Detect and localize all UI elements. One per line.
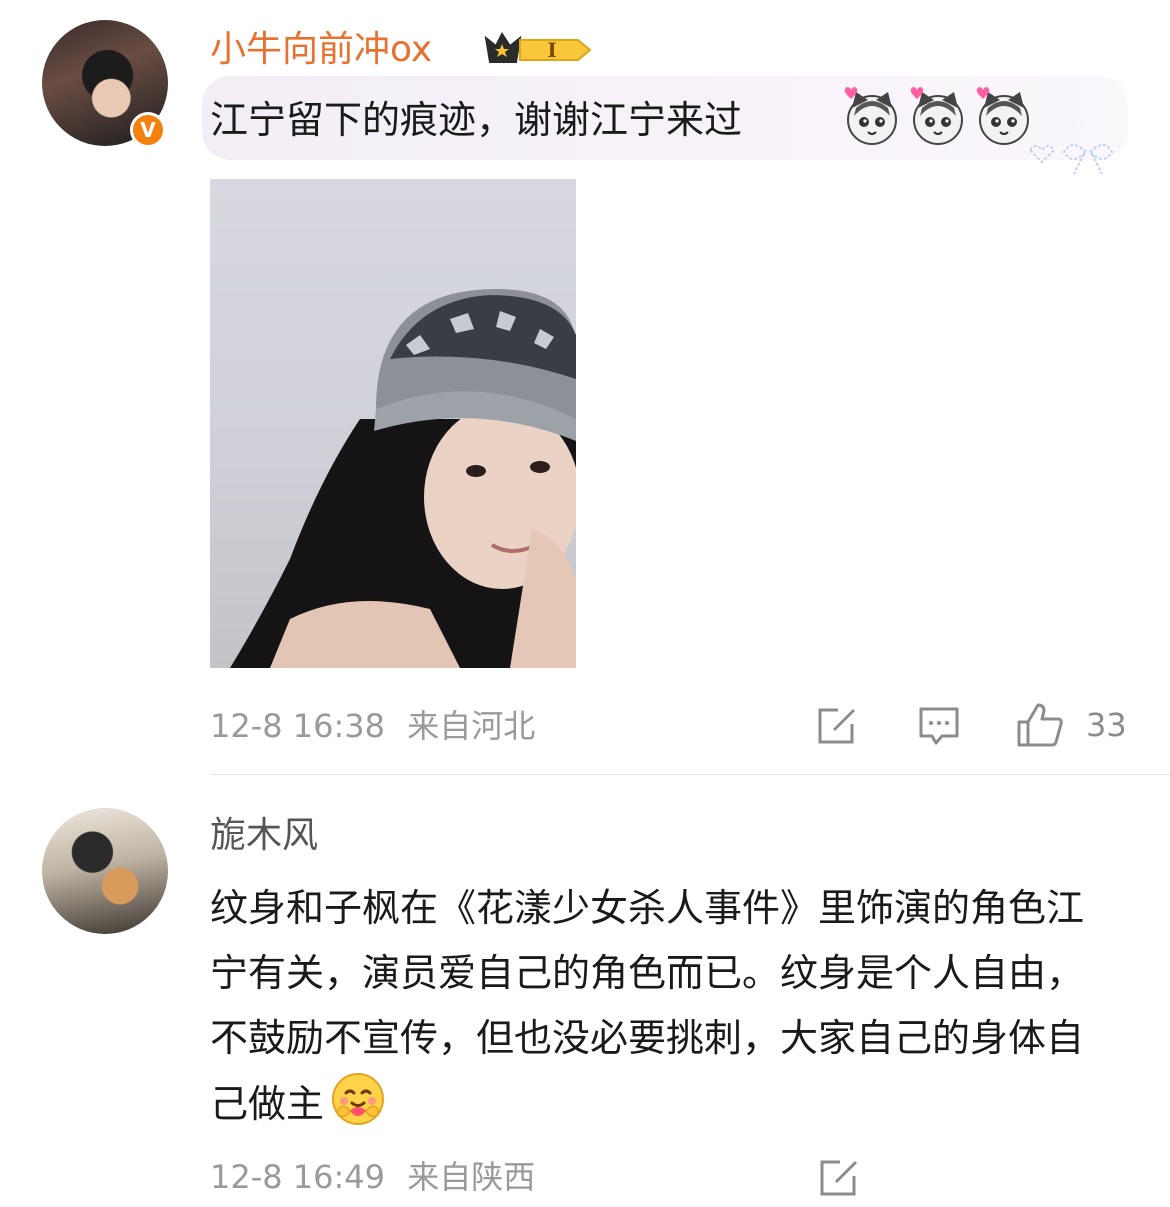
- avatar[interactable]: [42, 808, 168, 934]
- comment-text: 江宁留下的痕迹，谢谢江宁来过: [210, 98, 743, 142]
- heart-cat-emoji: [910, 87, 963, 145]
- repost-button[interactable]: [818, 1158, 860, 1198]
- location: 来自河北: [407, 707, 536, 745]
- like-button[interactable]: 33: [1016, 702, 1127, 748]
- badge-level: I: [547, 38, 556, 62]
- crown-level-badge-icon: I: [484, 32, 592, 63]
- comment-image[interactable]: [210, 179, 576, 668]
- repost-button[interactable]: [816, 706, 858, 746]
- photo-girl-beanie: [230, 289, 576, 668]
- verified-badge-icon: V: [130, 112, 166, 148]
- comment-meta: 12-8 16:38 来自河北: [210, 704, 535, 748]
- comment-text: 纹身和子枫在《花漾少女杀人事件》里饰演的角色江宁有关，演员爱自己的角色而已。纹身…: [210, 876, 1110, 1137]
- comment-button[interactable]: [918, 706, 960, 746]
- timestamp: 12-8 16:49: [210, 1158, 386, 1196]
- repost-icon: [818, 708, 856, 744]
- heart-cat-emoji: [976, 87, 1029, 145]
- comment-icon: [919, 707, 959, 745]
- comment-item: V 小牛向前冲ox I 江宁留下的痕迹，谢谢江宁来过 12-8 16:38 来自…: [0, 0, 1170, 775]
- username[interactable]: 小牛向前冲ox: [210, 26, 432, 74]
- obscured-actions: [905, 1150, 1145, 1207]
- bow-decoration-icon: [1028, 144, 1114, 175]
- like-count: 33: [1086, 706, 1127, 744]
- comment-meta: 12-8 16:49 来自陕西: [210, 1155, 535, 1199]
- heart-cat-emoji: [844, 87, 897, 145]
- repost-icon: [820, 1160, 858, 1196]
- thumbs-up-icon: [1017, 703, 1063, 747]
- location: 来自陕西: [407, 1158, 536, 1196]
- hugging-face-emoji: [332, 1073, 385, 1125]
- username[interactable]: 旎木风: [210, 812, 318, 860]
- emoji-row: [844, 87, 1029, 145]
- timestamp: 12-8 16:38: [210, 707, 386, 745]
